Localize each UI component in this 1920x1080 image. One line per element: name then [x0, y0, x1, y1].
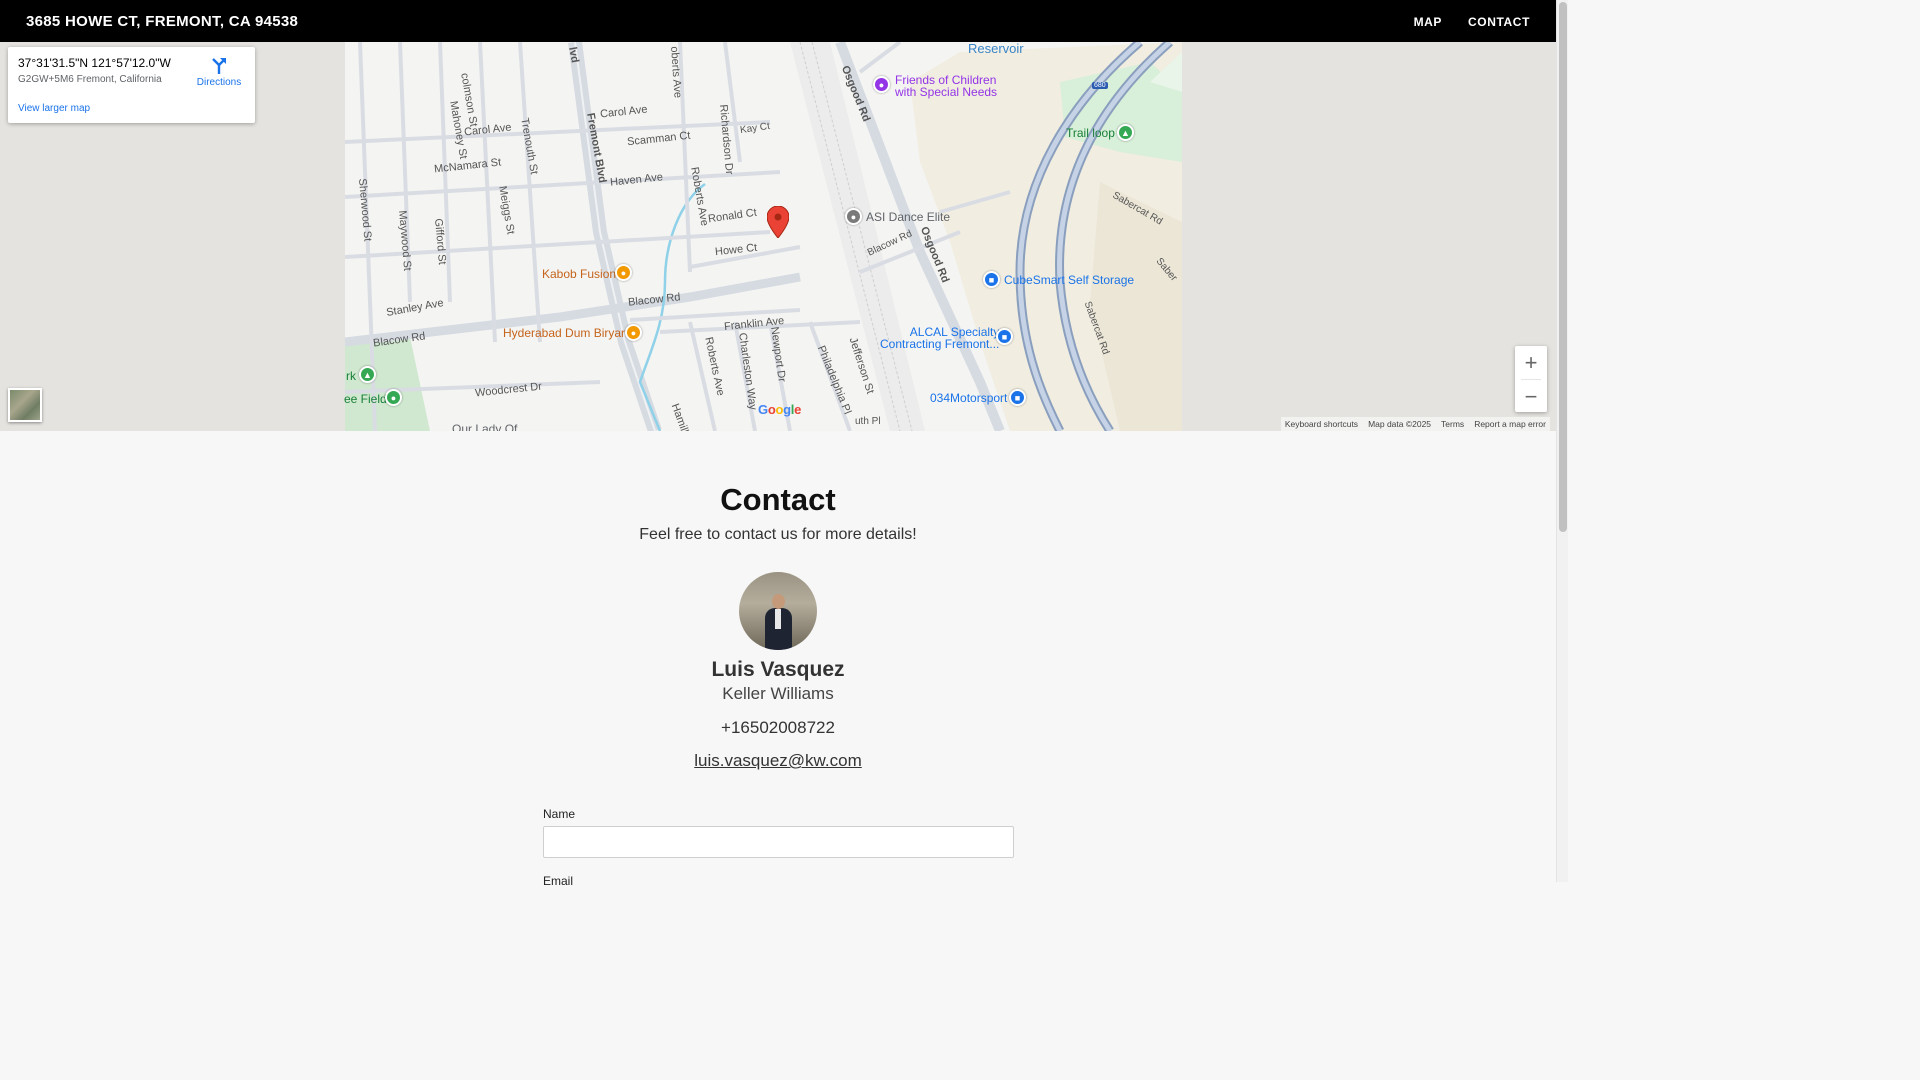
poi-hyderabad-dum-biryani[interactable]: Hyderabad Dum Biryani — [503, 326, 630, 340]
poi-trail-loop[interactable]: Trail loop — [1066, 126, 1115, 140]
location-marker-icon[interactable] — [767, 206, 789, 238]
agent-company: Keller Williams — [722, 684, 834, 703]
coordinates: 37°31'31.5"N 121°57'12.0"W — [18, 56, 171, 70]
poi-034motorsport[interactable]: 034Motorsport — [930, 391, 1007, 405]
poi-cubesmart[interactable]: CubeSmart Self Storage — [1004, 273, 1134, 287]
map-attribution: Keyboard shortcuts Map data ©2025 Terms … — [1280, 417, 1550, 431]
restaurant-icon[interactable]: ● — [615, 264, 632, 281]
poi-asi-dance-elite[interactable]: ASI Dance Elite — [866, 210, 950, 224]
zoom-controls: + − — [1515, 346, 1547, 412]
avatar-head — [772, 594, 785, 609]
embedded-map[interactable]: colmson St lvd Fremont Blvd oberts Ave C… — [0, 42, 1556, 431]
poi-friends-of-children[interactable]: Friends of Children with Special Needs — [895, 74, 997, 98]
poi-alcal-specialty[interactable]: ALCAL Specialty Contracting Fremont... — [880, 326, 999, 350]
avatar-shirt — [775, 609, 781, 629]
poi-field[interactable]: ee Field — [344, 392, 387, 406]
poi-our-lady-of[interactable]: Our Lady Of — [452, 422, 517, 431]
poi-kabob-fusion[interactable]: Kabob Fusion — [542, 267, 616, 281]
storage-icon[interactable]: ■ — [983, 271, 1000, 288]
email-label: Email — [543, 874, 574, 888]
main-nav: MAP CONTACT — [1414, 15, 1530, 29]
scrollbar-thumb[interactable] — [1559, 2, 1567, 532]
agent-name: Luis Vasquez — [711, 658, 845, 681]
terms-link[interactable]: Terms — [1441, 419, 1464, 429]
view-larger-map-link[interactable]: View larger map — [18, 103, 90, 114]
name-label: Name — [543, 807, 576, 821]
directions-icon — [212, 58, 226, 74]
directions-label: Directions — [196, 77, 242, 88]
poi-pin-icon[interactable]: ● — [845, 208, 862, 225]
agent-email: luis.vasquez@kw.com — [0, 751, 1556, 771]
agent-avatar — [739, 572, 817, 650]
park-icon[interactable]: ▲ — [1117, 124, 1134, 141]
area-label: Reservoir — [968, 42, 1024, 56]
poi-park-left[interactable]: rk — [346, 369, 356, 383]
contact-section: Contact Feel free to contact us for more… — [0, 431, 1556, 888]
contact-subtitle: Feel free to contact us for more details… — [639, 526, 917, 543]
interstate-shield: 680 — [1092, 82, 1108, 89]
street-label: uth Pl — [855, 416, 881, 427]
contact-title: Contact — [720, 482, 836, 517]
agent-phone[interactable]: +16502008722 — [0, 718, 1556, 738]
map-data-text: Map data ©2025 — [1368, 419, 1432, 429]
park-icon[interactable]: ▲ — [359, 366, 376, 383]
zoom-out-button[interactable]: − — [1515, 380, 1547, 413]
page-scrollbar[interactable] — [1556, 0, 1568, 882]
restaurant-icon[interactable]: ● — [625, 324, 642, 341]
place-info-card: 37°31'31.5"N 121°57'12.0"W G2GW+5M6 Frem… — [8, 47, 255, 123]
site-header: 3685 HOWE CT, FREMONT, CA 94538 MAP CONT… — [0, 0, 1556, 42]
park-icon[interactable]: ● — [385, 389, 402, 406]
name-input[interactable] — [543, 826, 1014, 858]
google-logo: Google — [758, 402, 802, 417]
email-link[interactable]: luis.vasquez@kw.com — [694, 751, 862, 770]
property-address: 3685 HOWE CT, FREMONT, CA 94538 — [26, 13, 299, 30]
storage-icon[interactable]: ■ — [1009, 389, 1026, 406]
keyboard-shortcuts-link[interactable]: Keyboard shortcuts — [1285, 419, 1358, 429]
street-label: lvd — [566, 46, 581, 64]
plus-code: G2GW+5M6 Fremont, California — [18, 74, 162, 85]
report-map-error-link[interactable]: Report a map error — [1474, 419, 1546, 429]
poi-pin-icon[interactable]: ● — [873, 76, 890, 93]
zoom-in-button[interactable]: + — [1515, 346, 1547, 379]
storage-icon[interactable]: ■ — [996, 328, 1013, 345]
satellite-toggle[interactable] — [8, 388, 42, 422]
nav-contact[interactable]: CONTACT — [1468, 15, 1530, 29]
directions-button[interactable]: Directions — [194, 57, 244, 88]
nav-map[interactable]: MAP — [1414, 15, 1442, 29]
